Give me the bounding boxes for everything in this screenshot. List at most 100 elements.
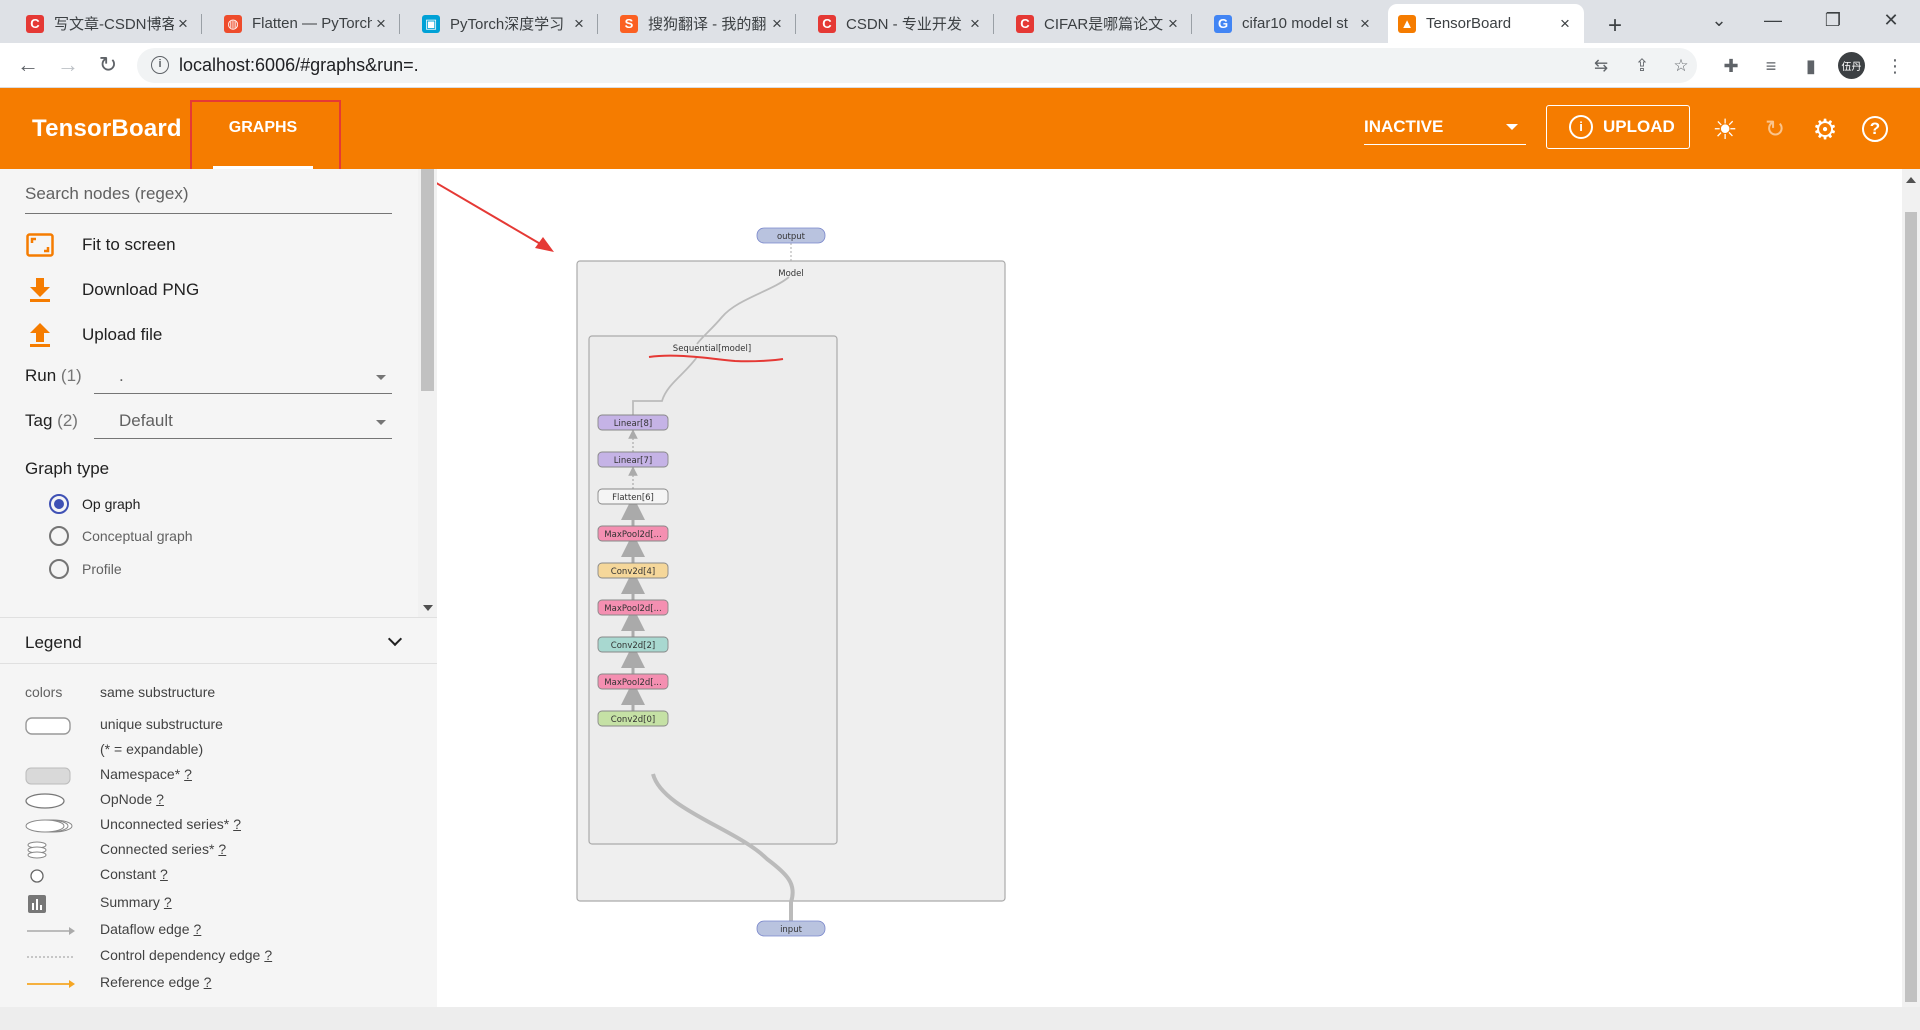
help-link[interactable]: ? xyxy=(184,766,192,782)
tab-separator xyxy=(993,14,994,34)
bookmark-star-icon[interactable]: ☆ xyxy=(1669,54,1693,78)
sidebar-scrollbar[interactable] xyxy=(418,169,437,617)
help-link[interactable]: ? xyxy=(204,974,212,990)
legend-label: Unconnected series*? xyxy=(100,816,241,832)
help-link[interactable]: ? xyxy=(160,866,168,882)
help-icon[interactable]: ? xyxy=(1860,114,1890,144)
translate-icon[interactable]: ⇆ xyxy=(1589,54,1613,78)
legend-row: Dataflow edge? xyxy=(25,919,425,939)
legend-row: unique substructure xyxy=(25,714,425,735)
browser-tab[interactable]: C CSDN - 专业开发 × xyxy=(808,4,994,43)
tag-dropdown[interactable]: Default xyxy=(94,407,392,439)
help-link[interactable]: ? xyxy=(233,816,241,832)
run-label: Run (1) xyxy=(25,366,82,385)
opnode-swatch xyxy=(25,791,77,811)
extensions-puzzle-icon[interactable]: ✚ xyxy=(1718,53,1744,79)
help-link[interactable]: ? xyxy=(194,921,202,937)
url-field[interactable]: i localhost:6006/#graphs&run=. ⇆ ⇪ ☆ xyxy=(137,48,1697,83)
upload-file-button[interactable]: Upload file xyxy=(25,320,325,350)
minimize-button[interactable]: — xyxy=(1748,0,1798,40)
upload-button[interactable]: i UPLOAD xyxy=(1546,105,1690,149)
run-selector[interactable]: Run (1) . xyxy=(25,362,392,394)
reload-icon[interactable]: ↻ xyxy=(1760,114,1790,144)
help-link[interactable]: ? xyxy=(264,947,272,963)
legend-label: Reference edge? xyxy=(100,974,212,990)
layer-node-label: MaxPool2d[... xyxy=(604,678,661,688)
control-dependency-edge-swatch xyxy=(25,947,77,967)
namespace-sequential[interactable] xyxy=(588,335,838,845)
legend-row: (* = expandable) xyxy=(25,739,425,759)
legend-row: Unconnected series*? xyxy=(25,814,425,834)
close-tab-icon[interactable]: × xyxy=(966,14,984,34)
site-info-icon[interactable]: i xyxy=(151,56,169,74)
help-link[interactable]: ? xyxy=(164,894,172,910)
reload-button[interactable]: ↻ xyxy=(92,49,124,81)
kebab-menu-icon[interactable]: ⋮ xyxy=(1882,53,1908,79)
download-png-button[interactable]: Download PNG xyxy=(25,275,325,305)
radio-unchecked-icon xyxy=(49,526,69,546)
info-circle-icon: i xyxy=(1569,115,1593,139)
dropdown-caret-icon xyxy=(376,420,386,425)
tag-selector[interactable]: Tag (2) Default xyxy=(25,407,392,439)
browser-tab[interactable]: ▣ PyTorch深度学习 × xyxy=(412,4,598,43)
legend-label: Constant? xyxy=(100,866,168,882)
scrollbar-thumb[interactable] xyxy=(1905,212,1917,1002)
dropdown-caret-icon xyxy=(376,375,386,380)
legend-row: Namespace*? xyxy=(25,764,425,785)
scrollbar-thumb[interactable] xyxy=(421,169,434,391)
side-panel-icon[interactable]: ▮ xyxy=(1798,53,1824,79)
help-link[interactable]: ? xyxy=(156,791,164,807)
close-tab-icon[interactable]: × xyxy=(1556,14,1574,34)
graph-type-title: Graph type xyxy=(25,459,110,478)
close-tab-icon[interactable]: × xyxy=(174,14,192,34)
browser-tab-title: TensorBoard xyxy=(1426,15,1512,32)
tab-separator xyxy=(795,14,796,34)
share-icon[interactable]: ⇪ xyxy=(1630,54,1654,78)
graph-canvas[interactable]: Model Sequential[model] output input Lin… xyxy=(350,132,1902,1007)
reading-list-icon[interactable]: ≡ xyxy=(1758,53,1784,79)
fit-to-screen-button[interactable]: Fit to screen xyxy=(25,230,325,260)
tab-search-button[interactable]: ⌄ xyxy=(1694,0,1744,40)
browser-tab[interactable]: S 搜狗翻译 - 我的翻 × xyxy=(610,4,796,43)
restore-button[interactable]: ❐ xyxy=(1808,0,1858,40)
scroll-down-arrow-icon[interactable] xyxy=(423,605,433,611)
legend-header[interactable]: Legend xyxy=(0,617,437,664)
browser-tab[interactable]: C CIFAR是哪篇论文 × xyxy=(1006,4,1192,43)
upload-button-label: UPLOAD xyxy=(1603,117,1675,136)
close-tab-icon[interactable]: × xyxy=(570,14,588,34)
forward-button[interactable]: → xyxy=(52,49,84,81)
browser-tab[interactable]: Gcifar10 model st × xyxy=(1204,4,1384,43)
legend-row: Connected series*? xyxy=(25,839,425,859)
canvas-scrollbar[interactable] xyxy=(1902,169,1920,1007)
close-tab-icon[interactable]: × xyxy=(768,14,786,34)
legend-row: Control dependency edge? xyxy=(25,945,425,965)
layer-node-label: Conv2d[4] xyxy=(611,567,655,577)
radio-op-graph[interactable]: Op graph xyxy=(49,494,140,514)
radio-conceptual-graph[interactable]: Conceptual graph xyxy=(49,526,193,546)
close-tab-icon[interactable]: × xyxy=(372,14,390,34)
reload-icon: ↻ xyxy=(98,52,118,77)
help-link[interactable]: ? xyxy=(218,841,226,857)
back-button[interactable]: ← xyxy=(12,49,44,81)
brand-title[interactable]: TensorBoard xyxy=(32,115,182,143)
close-tab-icon[interactable]: × xyxy=(1356,14,1374,34)
browser-tab[interactable]: ▲ TensorBoard × xyxy=(1388,4,1584,43)
plugin-selector[interactable]: INACTIVE xyxy=(1364,117,1526,145)
restore-icon: ❐ xyxy=(1824,9,1842,30)
browser-tab[interactable]: ◍ Flatten — PyTorch × xyxy=(214,4,400,43)
action-label: Upload file xyxy=(82,325,163,344)
radio-checked-icon xyxy=(49,494,69,514)
profile-avatar[interactable]: 伍丹 xyxy=(1838,52,1865,79)
theme-toggle-sun-icon[interactable]: ☀ xyxy=(1710,114,1740,145)
run-dropdown[interactable]: . xyxy=(94,362,392,394)
google-icon: G xyxy=(1214,14,1232,33)
settings-gear-icon[interactable]: ⚙ xyxy=(1810,114,1840,145)
browser-tab-title: 写文章-CSDN博客 xyxy=(54,16,174,33)
close-window-button[interactable]: ✕ xyxy=(1866,0,1916,40)
close-tab-icon[interactable]: × xyxy=(1164,14,1182,34)
radio-profile[interactable]: Profile xyxy=(49,559,122,579)
scroll-up-arrow-icon[interactable] xyxy=(1906,177,1916,183)
browser-tab[interactable]: C 写文章-CSDN博客 × xyxy=(16,4,202,43)
new-tab-button[interactable]: + xyxy=(1598,6,1628,45)
search-nodes-input[interactable]: Search nodes (regex) xyxy=(25,184,392,214)
